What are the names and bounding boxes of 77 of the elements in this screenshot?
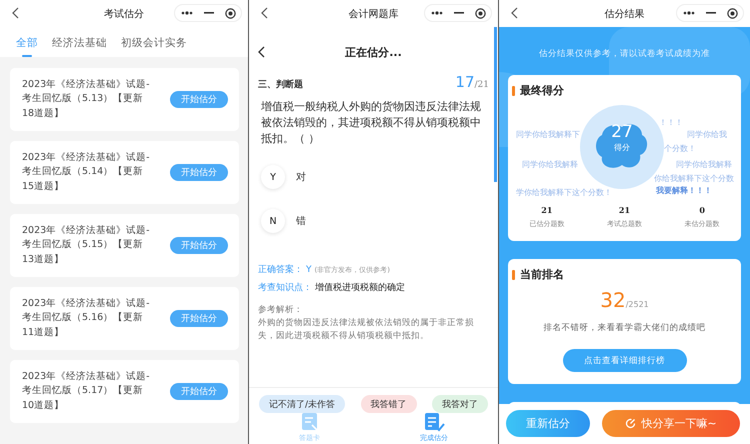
category-tab[interactable]: 全部 xyxy=(16,35,38,57)
close-icon[interactable] xyxy=(726,8,738,18)
question-text: 增值税一般纳税人外购的货物因违反法律法规被依法销毁的，其进项税额不得从销项税额中抵扣。（ ） xyxy=(260,99,482,147)
comment-text: 我要解释！！！ xyxy=(656,185,712,196)
option-label[interactable]: 错 xyxy=(296,214,306,228)
analysis-text: 外购的货物因违反法律法规被依法销毁的属于非正常损失，因此进项税额不得从销项税额中抵扣。 xyxy=(258,317,475,343)
category-tab[interactable]: 经济法基础 xyxy=(52,35,107,57)
notice-text: 估分结果仅供参考，请以试卷考试成绩为准 xyxy=(538,48,711,60)
nav-title: 会计网题库 xyxy=(348,8,398,20)
minimize-icon[interactable] xyxy=(706,12,716,14)
capsule-menu[interactable] xyxy=(174,4,242,22)
nav-title: 考试估分 xyxy=(104,8,144,20)
back-icon[interactable] xyxy=(258,46,265,58)
category-tab[interactable]: 初级会计实务 xyxy=(121,35,187,57)
answer-label: 正确答案： xyxy=(258,263,303,276)
self-mark-button[interactable]: 我答错了 xyxy=(360,395,417,413)
exam-title: 2023年《经济法基础》试题-考生回忆版（5.17）【更新10道题】 xyxy=(22,370,151,413)
option-key[interactable]: N xyxy=(261,209,285,233)
rank-value: 32 xyxy=(600,288,626,312)
page-title: 正在估分... xyxy=(345,44,402,60)
exam-card[interactable]: 2023年《经济法基础》试题-考生回忆版（5.14）【更新15道题】 开始估分 xyxy=(10,141,239,204)
share-button[interactable]: 快分享一下嘛~ xyxy=(602,410,740,437)
answer-value: Y xyxy=(306,265,312,275)
comment-text: ！！！ xyxy=(659,117,683,128)
question-number: 17 xyxy=(455,73,475,91)
self-mark-button[interactable]: 记不清了/未作答 xyxy=(259,395,346,413)
exam-title: 2023年《经济法基础》试题-考生回忆版（5.14）【更新15道题】 xyxy=(22,150,151,194)
exam-card[interactable]: 2023年《经济法基础》试题-考生回忆版（5.17）【更新10道题】 开始估分 xyxy=(10,360,239,423)
exam-card[interactable]: 2023年《经济法基础》试题-考生回忆版（5.13）【更新18道题】 开始估分 xyxy=(10,68,239,131)
nav-title: 估分结果 xyxy=(604,8,644,20)
exam-title: 2023年《经济法基础》试题-考生回忆版（5.15）【更新13道题】 xyxy=(22,224,151,267)
knowledge-value: 增值税进项税额的确定 xyxy=(315,282,405,294)
score-label: 得分 xyxy=(614,142,630,153)
knowledge-label: 考查知识点： xyxy=(258,282,312,294)
comment-text: 个分数！ xyxy=(664,143,696,154)
capsule-menu[interactable] xyxy=(676,4,744,22)
title-bar xyxy=(512,86,515,96)
more-icon[interactable] xyxy=(430,11,442,15)
exam-title: 2023年《经济法基础》试题-考生回忆版（5.16）【更新11道题】 xyxy=(22,296,151,340)
exam-title: 2023年《经济法基础》试题-考生回忆版（5.13）【更新18道题】 xyxy=(22,78,151,121)
rank-total: /2521 xyxy=(626,300,649,309)
comment-text: 学你给我解释下这个分数！ xyxy=(516,187,612,198)
stat-value: 0 xyxy=(699,205,705,215)
card-title: 最终得分 xyxy=(520,83,564,98)
more-icon[interactable] xyxy=(682,11,694,15)
refresh-icon xyxy=(625,418,636,429)
back-icon[interactable] xyxy=(12,7,19,19)
exam-card[interactable]: 2023年《经济法基础》试题-考生回忆版（5.16）【更新11道题】 开始估分 xyxy=(10,287,239,350)
rank-message: 排名不错呀，来看看学霸大佬们的成绩吧 xyxy=(542,322,706,334)
option-label[interactable]: 对 xyxy=(296,170,306,184)
card-title: 当前排名 xyxy=(520,267,564,282)
analysis-label: 参考解析： xyxy=(258,304,304,317)
close-icon[interactable] xyxy=(224,8,236,18)
back-icon[interactable] xyxy=(261,7,268,19)
more-icon[interactable] xyxy=(180,11,192,15)
stat-value: 21 xyxy=(541,205,552,215)
minimize-icon[interactable] xyxy=(204,12,214,14)
back-icon[interactable] xyxy=(511,7,518,19)
scrollbar[interactable] xyxy=(494,27,497,182)
comment-text: 你给我解释下这个分数 xyxy=(654,173,734,184)
comment-text: 同学你给我 xyxy=(687,129,727,140)
section-title: 三、判断题 xyxy=(258,78,303,91)
answer-sheet-icon xyxy=(300,413,320,432)
score-value: 27 xyxy=(611,122,633,142)
comment-text: 同学你给我解释 xyxy=(522,159,578,170)
stat-value: 21 xyxy=(618,205,630,215)
option-key[interactable]: Y xyxy=(261,165,285,189)
close-icon[interactable] xyxy=(474,8,486,18)
comment-text: 同学你给我解释下 xyxy=(516,129,580,140)
minimize-icon[interactable] xyxy=(454,12,464,14)
capsule-menu[interactable] xyxy=(424,4,492,22)
exam-card[interactable]: 2023年《经济法基础》试题-考生回忆版（5.15）【更新13道题】 开始估分 xyxy=(10,214,239,277)
title-bar xyxy=(512,270,515,280)
question-total: /21 xyxy=(474,80,489,90)
comment-text: 同学你给我解释 xyxy=(676,159,732,170)
sheet-check-icon xyxy=(423,413,445,432)
self-mark-button[interactable]: 我答对了 xyxy=(432,395,488,413)
